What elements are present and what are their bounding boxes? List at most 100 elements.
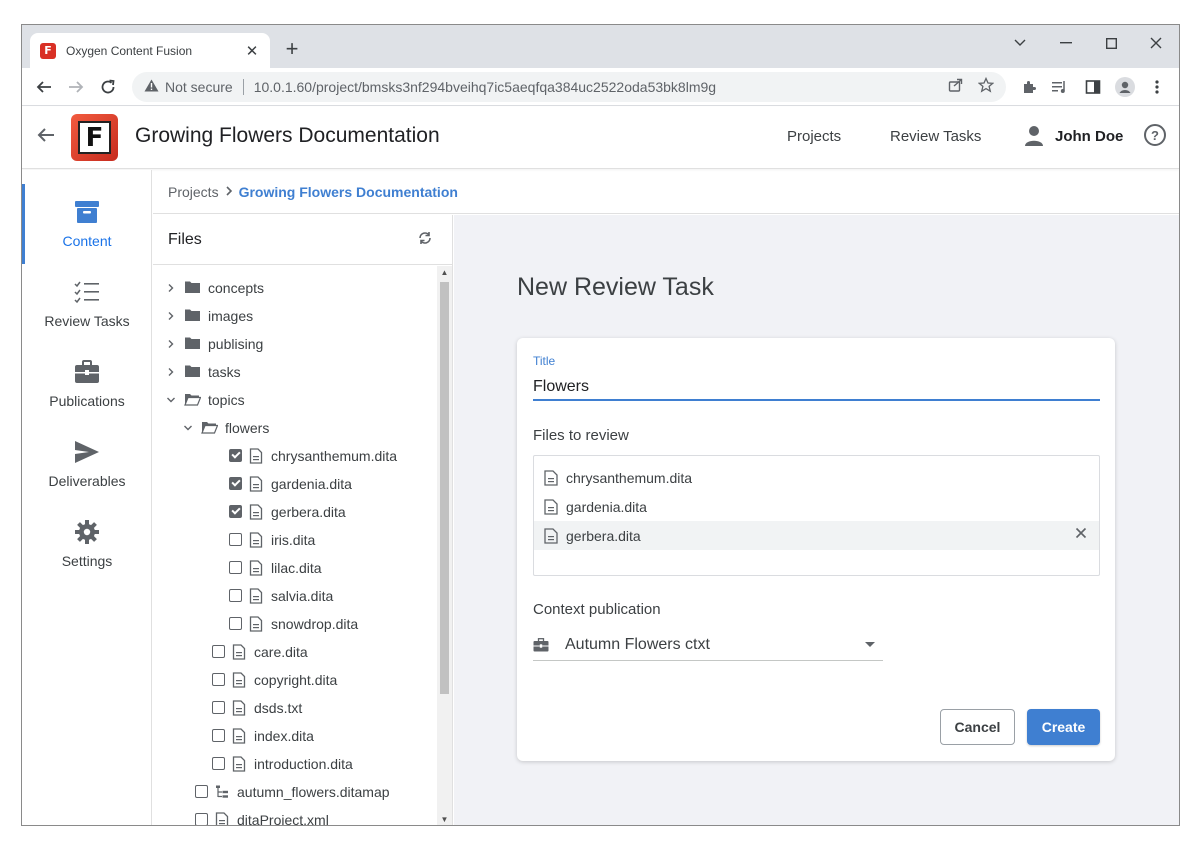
browser-menu-icon[interactable]	[1146, 76, 1168, 98]
url-text[interactable]: 10.0.1.60/project/bmsks3nf294bveihq7ic5a…	[254, 79, 934, 95]
app-logo[interactable]: F	[71, 114, 118, 161]
refresh-icon[interactable]	[418, 231, 432, 250]
chevron-right-icon[interactable]	[165, 366, 177, 378]
forward-icon[interactable]	[63, 74, 89, 100]
back-arrow-icon[interactable]	[36, 125, 56, 151]
nav-item-publications[interactable]: Publications	[22, 344, 152, 424]
tree-file-row[interactable]: introduction.dita	[153, 750, 436, 778]
profile-avatar-icon[interactable]	[1114, 76, 1136, 98]
tree-folder-row[interactable]: images	[153, 302, 436, 330]
new-tab-icon[interactable]: +	[280, 37, 304, 61]
tree-file-row[interactable]: lilac.dita	[153, 554, 436, 582]
tree-label: iris.dita	[271, 532, 316, 548]
file-tree: concepts images publising tasks topics flower…	[153, 266, 436, 825]
remove-file-icon[interactable]	[1075, 526, 1087, 543]
tree-folder-row[interactable]: flowers	[153, 414, 436, 442]
tree-label: care.dita	[254, 644, 308, 660]
nav-item-content[interactable]: Content	[22, 184, 152, 264]
favicon-icon: F	[40, 42, 56, 59]
scroll-down-icon[interactable]: ▼	[437, 813, 452, 825]
user-name[interactable]: John Doe	[1055, 128, 1123, 145]
cancel-button[interactable]: Cancel	[940, 709, 1015, 745]
tree-file-row[interactable]: dsds.txt	[153, 694, 436, 722]
tree-folder-row[interactable]: tasks	[153, 358, 436, 386]
tree-folder-row[interactable]: publising	[153, 330, 436, 358]
tab-close-icon[interactable]: ✕	[244, 42, 260, 60]
file-checkbox[interactable]	[229, 533, 242, 546]
user-icon[interactable]	[1024, 125, 1044, 147]
briefcase-icon	[533, 638, 549, 652]
briefcase-icon	[74, 359, 100, 385]
context-publication-select[interactable]: Autumn Flowers ctxt	[533, 630, 883, 661]
breadcrumb-projects[interactable]: Projects	[168, 184, 219, 200]
chevron-down-icon[interactable]	[182, 422, 194, 434]
tree-label: topics	[208, 392, 245, 408]
tree-label: lilac.dita	[271, 560, 322, 576]
review-tasks-link[interactable]: Review Tasks	[890, 128, 981, 145]
file-checkbox[interactable]	[212, 673, 225, 686]
file-checkbox[interactable]	[212, 757, 225, 770]
nav-item-deliverables[interactable]: Deliverables	[22, 424, 152, 504]
tree-file-row[interactable]: iris.dita	[153, 526, 436, 554]
tree-file-row[interactable]: ditaProject.xml	[153, 806, 436, 825]
breadcrumb: Projects Growing Flowers Documentation	[153, 170, 1179, 214]
file-checkbox[interactable]	[212, 701, 225, 714]
media-queue-icon[interactable]	[1049, 76, 1071, 98]
projects-link[interactable]: Projects	[787, 128, 841, 145]
maximize-icon[interactable]	[1088, 29, 1134, 57]
tree-file-row[interactable]: index.dita	[153, 722, 436, 750]
tree-file-row[interactable]: gardenia.dita	[153, 470, 436, 498]
file-checkbox[interactable]	[212, 645, 225, 658]
nav-item-settings[interactable]: Settings	[22, 504, 152, 584]
back-icon[interactable]	[31, 74, 57, 100]
window-close-icon[interactable]	[1133, 29, 1179, 57]
dropdown-arrow-icon[interactable]	[865, 642, 875, 647]
tree-folder-row[interactable]: topics	[153, 386, 436, 414]
tree-file-row[interactable]: snowdrop.dita	[153, 610, 436, 638]
title-input[interactable]	[533, 374, 1100, 401]
tree-file-row[interactable]: autumn_flowers.ditamap	[153, 778, 436, 806]
reload-icon[interactable]	[95, 74, 121, 100]
browser-tab[interactable]: F Oxygen Content Fusion ✕	[30, 33, 270, 68]
share-icon[interactable]	[948, 77, 964, 97]
nav-item-review-tasks[interactable]: Review Tasks	[22, 264, 152, 344]
security-label[interactable]: Not secure	[165, 79, 233, 95]
bookmark-star-icon[interactable]	[977, 76, 995, 97]
chevron-down-icon[interactable]	[165, 394, 177, 406]
file-checkbox[interactable]	[229, 505, 242, 518]
review-file-item[interactable]: gardenia.dita	[534, 492, 1099, 521]
extensions-puzzle-icon[interactable]	[1018, 76, 1040, 98]
chevron-right-icon[interactable]	[165, 310, 177, 322]
file-checkbox[interactable]	[229, 449, 242, 462]
create-button[interactable]: Create	[1027, 709, 1100, 745]
file-checkbox[interactable]	[229, 477, 242, 490]
review-file-item[interactable]: chrysanthemum.dita	[534, 463, 1099, 492]
breadcrumb-current[interactable]: Growing Flowers Documentation	[239, 184, 458, 200]
chevron-down-icon[interactable]	[997, 29, 1043, 57]
tree-file-row[interactable]: copyright.dita	[153, 666, 436, 694]
scroll-up-icon[interactable]: ▲	[437, 266, 452, 280]
tree-file-row[interactable]: gerbera.dita	[153, 498, 436, 526]
scroll-thumb[interactable]	[440, 282, 449, 694]
file-checkbox[interactable]	[195, 813, 208, 825]
file-checkbox[interactable]	[229, 589, 242, 602]
minimize-icon[interactable]	[1043, 29, 1089, 57]
review-file-item[interactable]: gerbera.dita	[534, 521, 1099, 550]
tree-folder-row[interactable]: concepts	[153, 274, 436, 302]
side-panel-icon[interactable]	[1082, 76, 1104, 98]
chevron-right-icon[interactable]	[165, 338, 177, 350]
tree-scrollbar[interactable]: ▲ ▼	[437, 266, 452, 825]
chevron-right-icon[interactable]	[165, 282, 177, 294]
nav-label: Review Tasks	[44, 313, 130, 329]
file-checkbox[interactable]	[229, 617, 242, 630]
file-checkbox[interactable]	[229, 561, 242, 574]
file-checkbox[interactable]	[212, 729, 225, 742]
tree-file-row[interactable]: chrysanthemum.dita	[153, 442, 436, 470]
help-icon[interactable]: ?	[1144, 124, 1166, 146]
gear-icon	[74, 519, 100, 545]
omnibox[interactable]: Not secure 10.0.1.60/project/bmsks3nf294…	[132, 72, 1006, 102]
tree-file-row[interactable]: care.dita	[153, 638, 436, 666]
tree-file-row[interactable]: salvia.dita	[153, 582, 436, 610]
file-checkbox[interactable]	[195, 785, 208, 798]
warning-icon[interactable]	[144, 79, 159, 95]
